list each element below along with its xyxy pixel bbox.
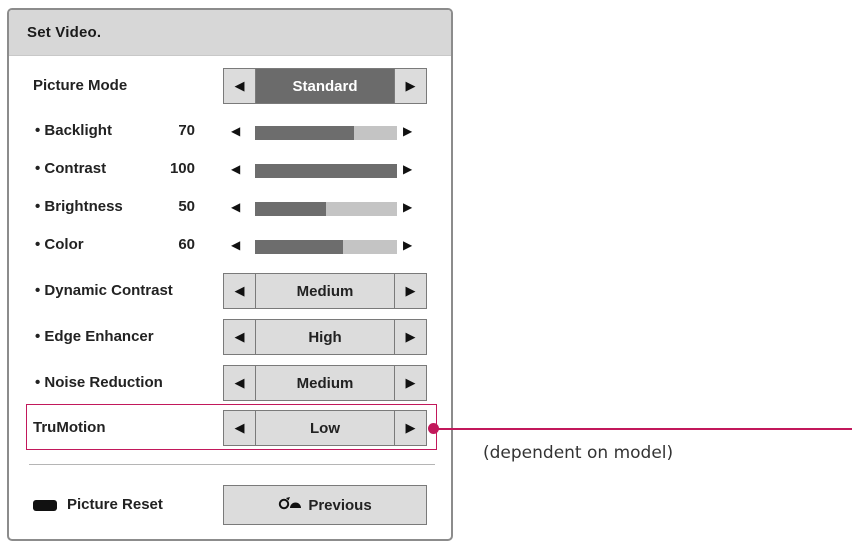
- callout-dot: [428, 423, 439, 434]
- right-triangle-icon[interactable]: ▶: [394, 274, 426, 308]
- previous-label: Previous: [308, 496, 372, 514]
- left-triangle-icon[interactable]: ◀: [231, 238, 240, 252]
- right-triangle-icon[interactable]: ▶: [394, 366, 426, 400]
- color-slider[interactable]: [255, 240, 397, 254]
- left-triangle-icon[interactable]: ◀: [231, 200, 240, 214]
- left-triangle-icon[interactable]: ◀: [224, 274, 256, 308]
- color-label: • Color: [35, 236, 84, 253]
- backlight-label: • Backlight: [35, 122, 112, 139]
- noise-reduction-value: Medium: [296, 374, 354, 392]
- backlight-slider-fill: [255, 126, 355, 140]
- contrast-slider-fill: [255, 164, 397, 178]
- left-triangle-icon[interactable]: ◀: [231, 124, 240, 138]
- right-triangle-icon[interactable]: ▶: [394, 320, 426, 354]
- picture-mode-selector[interactable]: ◀ Standard ▶: [223, 68, 427, 104]
- panel-title: Set Video.: [27, 24, 102, 41]
- set-video-panel: Set Video. Picture Mode ◀ Standard ▶ • B…: [7, 8, 453, 541]
- right-triangle-icon[interactable]: ▶: [394, 411, 426, 445]
- trumotion-label: TruMotion: [33, 419, 106, 436]
- edge-enhancer-label: • Edge Enhancer: [35, 328, 154, 345]
- callout-note: (dependent on model): [483, 443, 674, 463]
- trumotion-value: Low: [310, 419, 340, 437]
- right-triangle-icon[interactable]: ▶: [403, 200, 412, 214]
- previous-button[interactable]: Previous: [223, 485, 427, 525]
- dynamic-contrast-selector[interactable]: ◀ Medium ▶: [223, 273, 427, 309]
- brightness-slider[interactable]: [255, 202, 397, 216]
- contrast-label: • Contrast: [35, 160, 107, 177]
- edge-enhancer-selector[interactable]: ◀ High ▶: [223, 319, 427, 355]
- right-triangle-icon[interactable]: ▶: [394, 69, 426, 103]
- callout-line: [434, 428, 852, 430]
- dynamic-contrast-value: Medium: [296, 282, 354, 300]
- color-value: 60: [178, 236, 195, 253]
- backlight-value: 70: [178, 122, 195, 139]
- panel-header: Set Video.: [9, 10, 451, 56]
- right-triangle-icon[interactable]: ▶: [403, 162, 412, 176]
- dynamic-contrast-label: • Dynamic Contrast: [35, 282, 173, 299]
- noise-reduction-selector[interactable]: ◀ Medium ▶: [223, 365, 427, 401]
- picture-reset-label: Picture Reset: [67, 496, 163, 513]
- right-triangle-icon[interactable]: ▶: [403, 238, 412, 252]
- right-triangle-icon[interactable]: ▶: [403, 124, 412, 138]
- left-triangle-icon[interactable]: ◀: [224, 366, 256, 400]
- back-icon: [278, 496, 302, 514]
- edge-enhancer-value: High: [308, 328, 342, 346]
- picture-mode-label: Picture Mode: [33, 77, 128, 94]
- color-slider-fill: [255, 240, 344, 254]
- divider: [29, 464, 435, 465]
- brightness-slider-fill: [255, 202, 326, 216]
- backlight-slider[interactable]: [255, 126, 397, 140]
- noise-reduction-label: • Noise Reduction: [35, 374, 163, 391]
- brightness-value: 50: [178, 198, 195, 215]
- left-triangle-icon[interactable]: ◀: [231, 162, 240, 176]
- contrast-value: 100: [169, 160, 195, 177]
- trumotion-selector[interactable]: ◀ Low ▶: [223, 410, 427, 446]
- left-triangle-icon[interactable]: ◀: [224, 320, 256, 354]
- picture-mode-value: Standard: [256, 69, 394, 103]
- color-key-icon: [33, 500, 57, 511]
- left-triangle-icon[interactable]: ◀: [224, 69, 256, 103]
- brightness-label: • Brightness: [35, 198, 123, 215]
- contrast-slider[interactable]: [255, 164, 397, 178]
- left-triangle-icon[interactable]: ◀: [224, 411, 256, 445]
